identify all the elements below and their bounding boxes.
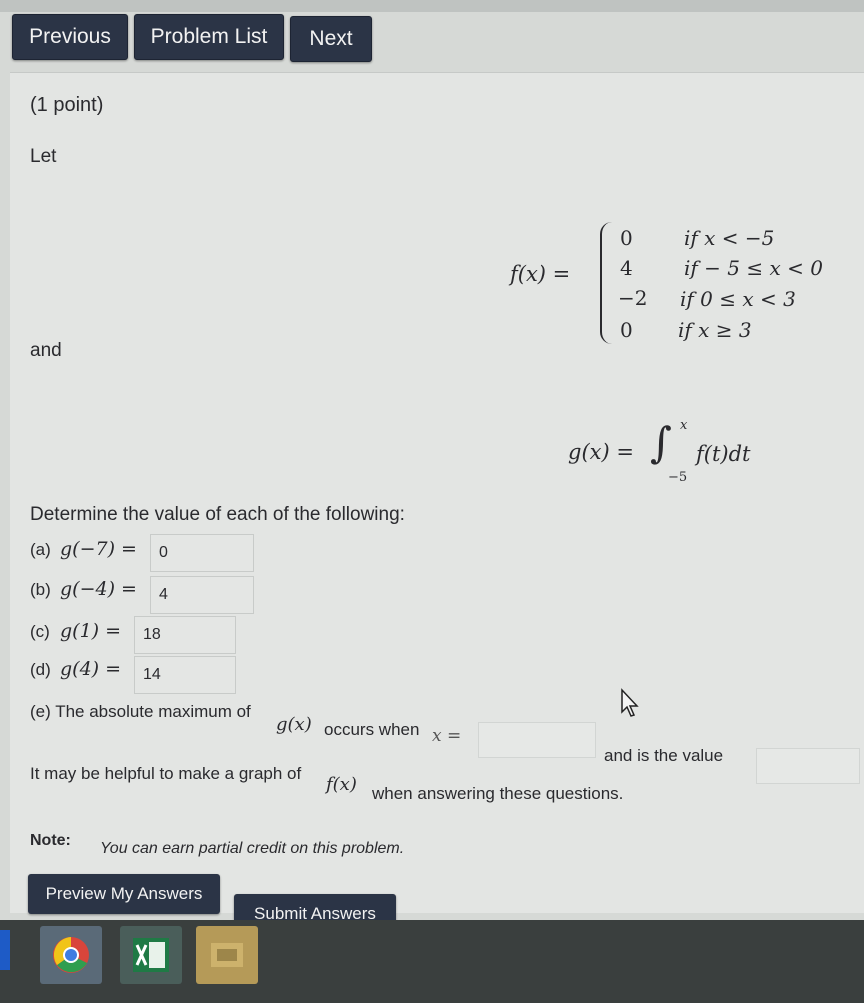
hint-suffix: when answering these questions.	[372, 784, 624, 803]
preview-answers-button[interactable]: Preview My Answers	[28, 874, 220, 914]
integral-upper-limit: x	[680, 418, 688, 433]
browser-top-strip	[0, 0, 864, 12]
part-label: (c)	[30, 622, 50, 641]
answer-input-a[interactable]: 0	[150, 534, 254, 572]
integral-lower-limit: −5	[668, 470, 688, 485]
part-e-mid: occurs when	[324, 720, 420, 739]
let-label: Let	[30, 146, 57, 167]
app-icon[interactable]	[196, 926, 258, 984]
part-e-prefix: (e) The absolute maximum of	[30, 702, 251, 721]
answer-input-d[interactable]: 14	[134, 656, 236, 694]
chrome-icon[interactable]	[40, 926, 102, 984]
f-case-condition: if x ≥ 3	[678, 318, 752, 342]
f-case-condition: if 0 ≤ x < 3	[680, 287, 796, 311]
answer-input-e-value[interactable]	[756, 748, 860, 784]
part-label: (d)	[30, 660, 51, 679]
part-expression: g(4) =	[60, 658, 122, 680]
hint-prefix: It may be helpful to make a graph of	[30, 764, 302, 783]
integral-sign: ∫	[650, 418, 672, 467]
note-label: Note:	[30, 832, 71, 849]
g-definition-lhs: g(x) =	[568, 440, 634, 464]
previous-button[interactable]: Previous	[12, 14, 128, 60]
mouse-cursor-icon	[621, 688, 639, 717]
answer-input-c[interactable]: 18	[134, 616, 236, 654]
and-label: and	[30, 340, 62, 361]
problem-list-button[interactable]: Problem List	[134, 14, 284, 60]
f-case-condition: if − 5 ≤ x < 0	[684, 256, 823, 280]
answer-input-e-x[interactable]	[478, 722, 596, 758]
integrand: f(t)dt	[696, 442, 751, 466]
part-expression: g(−7) =	[60, 538, 137, 560]
f-case-condition: if x < −5	[684, 226, 775, 250]
part-expression: g(1) =	[60, 620, 122, 642]
part-label: (a)	[30, 540, 51, 559]
next-button[interactable]: Next	[290, 16, 372, 62]
excel-icon[interactable]	[120, 926, 182, 984]
part-e-suffix: and is the value	[604, 746, 724, 765]
points-label: (1 point)	[30, 94, 104, 116]
f-case-value: −2	[618, 286, 648, 310]
f-case-value: 4	[620, 256, 633, 280]
taskbar-start-edge	[0, 930, 10, 970]
taskbar	[0, 920, 864, 1003]
part-expression: g(−4) =	[60, 578, 137, 600]
piecewise-brace	[600, 222, 616, 344]
part-e-x: x =	[432, 726, 462, 746]
part-label: (b)	[30, 580, 51, 599]
note-text: You can earn partial credit on this prob…	[100, 840, 405, 857]
f-case-value: 0	[620, 226, 633, 250]
hint-fx: f(x)	[326, 774, 357, 795]
f-case-value: 0	[620, 318, 633, 342]
f-definition-lhs: f(x) =	[510, 262, 571, 286]
part-e-gx: g(x)	[276, 714, 312, 735]
instructions-text: Determine the value of each of the follo…	[30, 504, 405, 525]
answer-input-b[interactable]: 4	[150, 576, 254, 614]
